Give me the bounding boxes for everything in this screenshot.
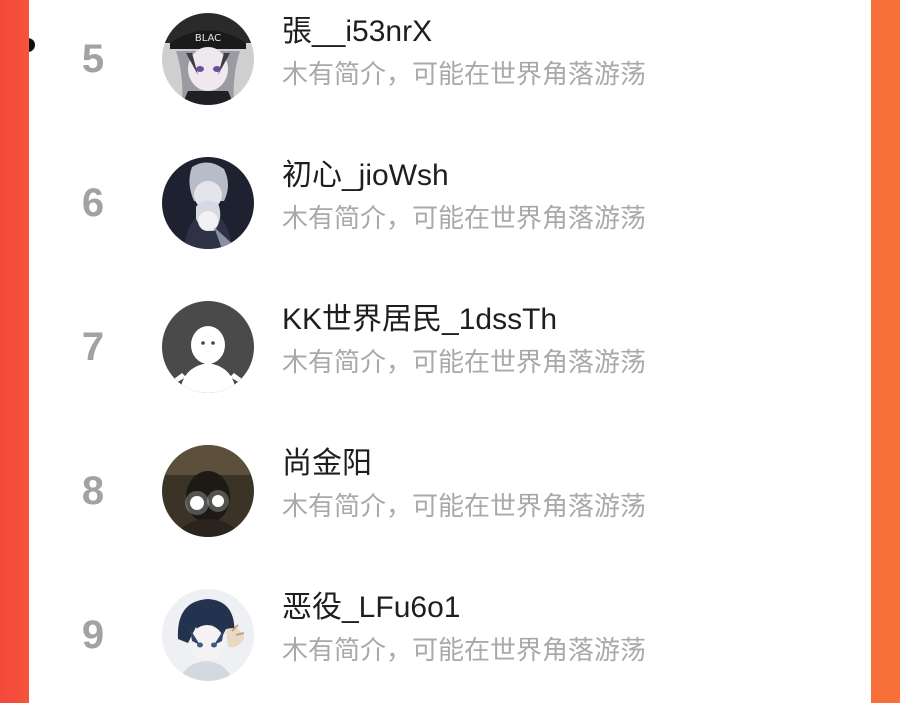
list-item[interactable]: 8 尚金阳 木有简介，可能在世界角落游荡 xyxy=(29,432,871,576)
avatar[interactable]: BLAC xyxy=(162,13,254,105)
rank-number: 9 xyxy=(81,613,105,657)
user-name[interactable]: 尚金阳 xyxy=(282,446,372,482)
rank-number: 5 xyxy=(81,37,105,81)
rank-number: 7 xyxy=(81,325,105,369)
list-item[interactable]: 9 恶役_LFu6o1 木有简介，可能在世界角落游荡 xyxy=(29,576,871,703)
avatar[interactable] xyxy=(162,589,254,681)
avatar[interactable] xyxy=(162,445,254,537)
default-user-avatar-icon xyxy=(162,301,254,393)
anime-couple-avatar-icon xyxy=(162,157,254,249)
avatar[interactable] xyxy=(162,301,254,393)
rank-number: 6 xyxy=(81,181,105,225)
user-name[interactable]: 恶役_LFu6o1 xyxy=(282,590,460,626)
user-name[interactable]: 張__i53nrX xyxy=(282,14,432,50)
rank-number: 8 xyxy=(81,469,105,513)
user-bio: 木有简介，可能在世界角落游荡 xyxy=(282,347,647,377)
user-bio: 木有简介，可能在世界角落游荡 xyxy=(282,203,647,233)
list-item[interactable]: 6 初心_jioWsh 木有简介，可能在世界角落游荡 xyxy=(29,144,871,288)
anime-boy-blue-hair-avatar-icon xyxy=(162,589,254,681)
user-name[interactable]: KK世界居民_1dssTh xyxy=(282,302,557,338)
dark-photo-avatar-icon xyxy=(162,445,254,537)
user-bio: 木有简介，可能在世界角落游荡 xyxy=(282,59,647,89)
user-name[interactable]: 初心_jioWsh xyxy=(282,158,449,194)
user-bio: 木有简介，可能在世界角落游荡 xyxy=(282,635,647,665)
svg-text:BLAC: BLAC xyxy=(195,33,221,44)
user-bio: 木有简介，可能在世界角落游荡 xyxy=(282,491,647,521)
avatar[interactable] xyxy=(162,157,254,249)
ranking-list-panel: 5 BLAC 張__i53nrX 木有简介，可能在世界角落游荡 6 初心_jio… xyxy=(29,0,871,703)
list-item[interactable]: 5 BLAC 張__i53nrX 木有简介，可能在世界角落游荡 xyxy=(29,0,871,144)
list-item[interactable]: 7 KK世界居民_1dssTh 木有简介，可能在世界角落游荡 xyxy=(29,288,871,432)
anime-boy-cap-avatar-icon: BLAC xyxy=(162,13,254,105)
